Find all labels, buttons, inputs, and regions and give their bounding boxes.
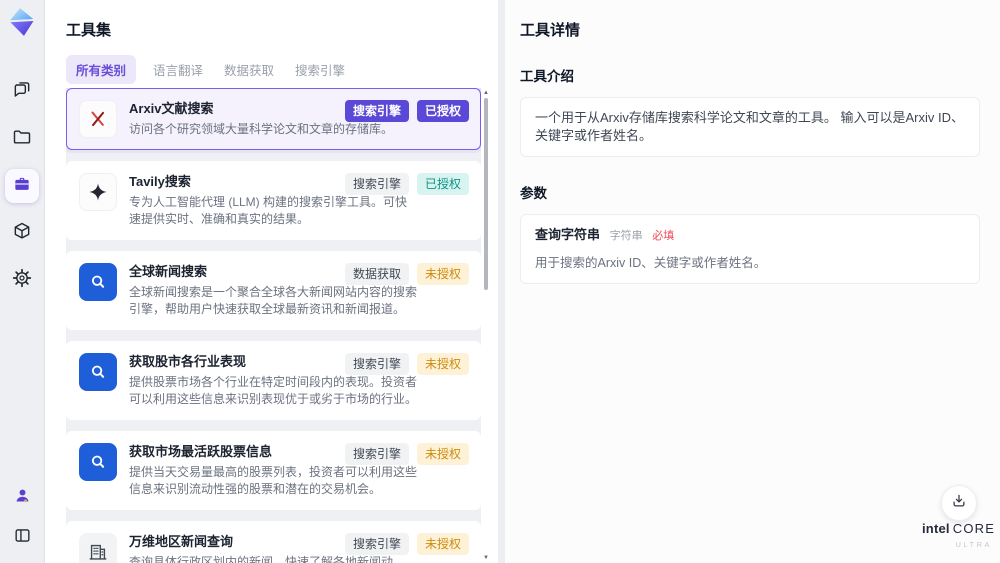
settings-gear-icon bbox=[12, 268, 32, 293]
brand-ultra-text: ultra bbox=[955, 540, 992, 549]
tool-list-item-tavily[interactable]: Tavily搜索 专为人工智能代理 (LLM) 构建的搜索引擎工具。可快速提供实… bbox=[66, 161, 481, 240]
scrollbar-thumb[interactable] bbox=[484, 98, 488, 290]
scroll-down-arrow[interactable]: ▼ bbox=[483, 555, 489, 561]
auth-status-badge: 已授权 bbox=[416, 173, 469, 195]
tool-description: 全球新闻搜索是一个聚合全球各大新闻网站内容的搜索引擎，帮助用户快速获取全球最新资… bbox=[129, 285, 418, 316]
param-header: 查询字符串 字符串 必填 bbox=[535, 226, 965, 245]
tool-list-item-active-stocks[interactable]: 获取市场最活跃股票信息 提供当天交易量最高的股票列表，投资者可以利用这些信息来识… bbox=[66, 431, 481, 510]
list-scrollbar[interactable]: ▲ ▼ bbox=[483, 88, 489, 563]
tab-data-fetch[interactable]: 数据获取 bbox=[220, 55, 278, 84]
folder-icon bbox=[12, 127, 32, 152]
news-search-icon bbox=[79, 263, 117, 301]
tool-list-item-global-news[interactable]: 全球新闻搜索 全球新闻搜索是一个聚合全球各大新闻网站内容的搜索引擎，帮助用户快速… bbox=[66, 251, 481, 330]
category-badge: 搜索引擎 bbox=[344, 100, 409, 122]
news-search-icon bbox=[79, 353, 117, 391]
category-badge: 数据获取 bbox=[344, 263, 409, 285]
tool-list-item-sector-performance[interactable]: 获取股市各行业表现 提供股票市场各个行业在特定时间段内的表现。投资者可以利用这些… bbox=[66, 341, 481, 420]
category-badge: 搜索引擎 bbox=[344, 173, 409, 195]
chat-icon bbox=[12, 80, 32, 105]
toolbox-icon bbox=[12, 174, 32, 199]
param-required-label: 必填 bbox=[652, 230, 675, 242]
tool-description: 提供股票市场各个行业在特定时间段内的表现。投资者可以利用这些信息来识别表现优于或… bbox=[129, 375, 418, 406]
sidebar-item-collapse[interactable] bbox=[7, 523, 37, 553]
sidebar-item-files[interactable] bbox=[5, 122, 39, 156]
download-icon bbox=[950, 492, 968, 515]
params-heading: 参数 bbox=[520, 186, 547, 201]
tab-language-translation[interactable]: 语言翻译 bbox=[149, 55, 207, 84]
sidebar-item-chat[interactable] bbox=[5, 75, 39, 109]
param-description: 用于搜索的Arxiv ID、关键字或作者姓名。 bbox=[535, 256, 767, 270]
news-search-icon bbox=[79, 443, 117, 481]
tool-list-item-regional-news[interactable]: 万维地区新闻查询 查询具体行政区划内的新闻，快速了解各地新闻动 搜索引擎 未授权 bbox=[66, 521, 481, 563]
tool-list: Arxiv文献搜索 访问各个研究领域大量科学论文和文章的存储库。 搜索引擎 已授… bbox=[66, 88, 481, 563]
category-tabs: 所有类别 语言翻译 数据获取 搜索引擎 bbox=[66, 55, 498, 84]
tool-description: 访问各个研究领域大量科学论文和文章的存储库。 bbox=[129, 122, 394, 136]
tools-panel: 工具集 所有类别 语言翻译 数据获取 搜索引擎 Arxiv文献搜索 访问各个研究… bbox=[45, 0, 498, 563]
tab-search-engine[interactable]: 搜索引擎 bbox=[291, 55, 349, 84]
category-badge: 搜索引擎 bbox=[344, 533, 409, 555]
auth-status-badge: 未授权 bbox=[416, 263, 469, 285]
brand-core-text: core bbox=[952, 521, 996, 536]
panel-toggle-icon bbox=[13, 526, 32, 550]
user-avatar-icon bbox=[13, 486, 32, 510]
intel-core-logo: intel core ultra bbox=[922, 521, 996, 552]
category-badge: 搜索引擎 bbox=[344, 443, 409, 465]
auth-status-badge: 已授权 bbox=[416, 100, 469, 122]
download-button[interactable] bbox=[941, 485, 977, 521]
param-type: 字符串 bbox=[609, 230, 643, 242]
arxiv-logo-icon bbox=[79, 100, 117, 138]
intro-card: 一个用于从Arxiv存储库搜索科学论文和文章的工具。 输入可以是Arxiv ID… bbox=[520, 97, 980, 157]
sidebar-rail bbox=[0, 0, 45, 563]
tool-list-item-arxiv[interactable]: Arxiv文献搜索 访问各个研究领域大量科学论文和文章的存储库。 搜索引擎 已授… bbox=[66, 88, 481, 150]
intro-heading: 工具介绍 bbox=[520, 69, 574, 84]
param-card: 查询字符串 字符串 必填 用于搜索的Arxiv ID、关键字或作者姓名。 bbox=[520, 214, 980, 284]
tab-all-categories[interactable]: 所有类别 bbox=[66, 55, 137, 84]
sidebar-bottom bbox=[7, 483, 37, 553]
sidebar-item-packages[interactable] bbox=[5, 216, 39, 250]
brand-intel-text: intel bbox=[922, 521, 950, 536]
param-name: 查询字符串 bbox=[535, 227, 601, 242]
page-title: 工具集 bbox=[66, 22, 112, 39]
package-icon bbox=[12, 221, 32, 246]
auth-status-badge: 未授权 bbox=[416, 533, 469, 555]
building-news-icon bbox=[79, 533, 117, 563]
category-badge: 搜索引擎 bbox=[344, 353, 409, 375]
tool-description: 专为人工智能代理 (LLM) 构建的搜索引擎工具。可快速提供实时、准确和真实的结… bbox=[129, 195, 408, 226]
tool-description: 提供当天交易量最高的股票列表，投资者可以利用这些信息来识别流动性强的股票和潜在的… bbox=[129, 465, 418, 496]
tool-description: 查询具体行政区划内的新闻，快速了解各地新闻动 bbox=[129, 555, 394, 563]
auth-status-badge: 未授权 bbox=[416, 353, 469, 375]
sparkle-icon bbox=[79, 173, 117, 211]
scroll-up-arrow[interactable]: ▲ bbox=[483, 90, 489, 96]
sidebar-item-tools[interactable] bbox=[5, 169, 39, 203]
detail-title: 工具详情 bbox=[520, 22, 581, 39]
auth-status-badge: 未授权 bbox=[416, 443, 469, 465]
app-logo-diamond-icon[interactable] bbox=[5, 5, 39, 39]
sidebar-item-account[interactable] bbox=[7, 483, 37, 513]
sidebar-nav bbox=[5, 75, 39, 297]
tool-detail-panel: 工具详情 工具介绍 一个用于从Arxiv存储库搜索科学论文和文章的工具。 输入可… bbox=[505, 0, 1000, 563]
sidebar-item-settings[interactable] bbox=[5, 263, 39, 297]
